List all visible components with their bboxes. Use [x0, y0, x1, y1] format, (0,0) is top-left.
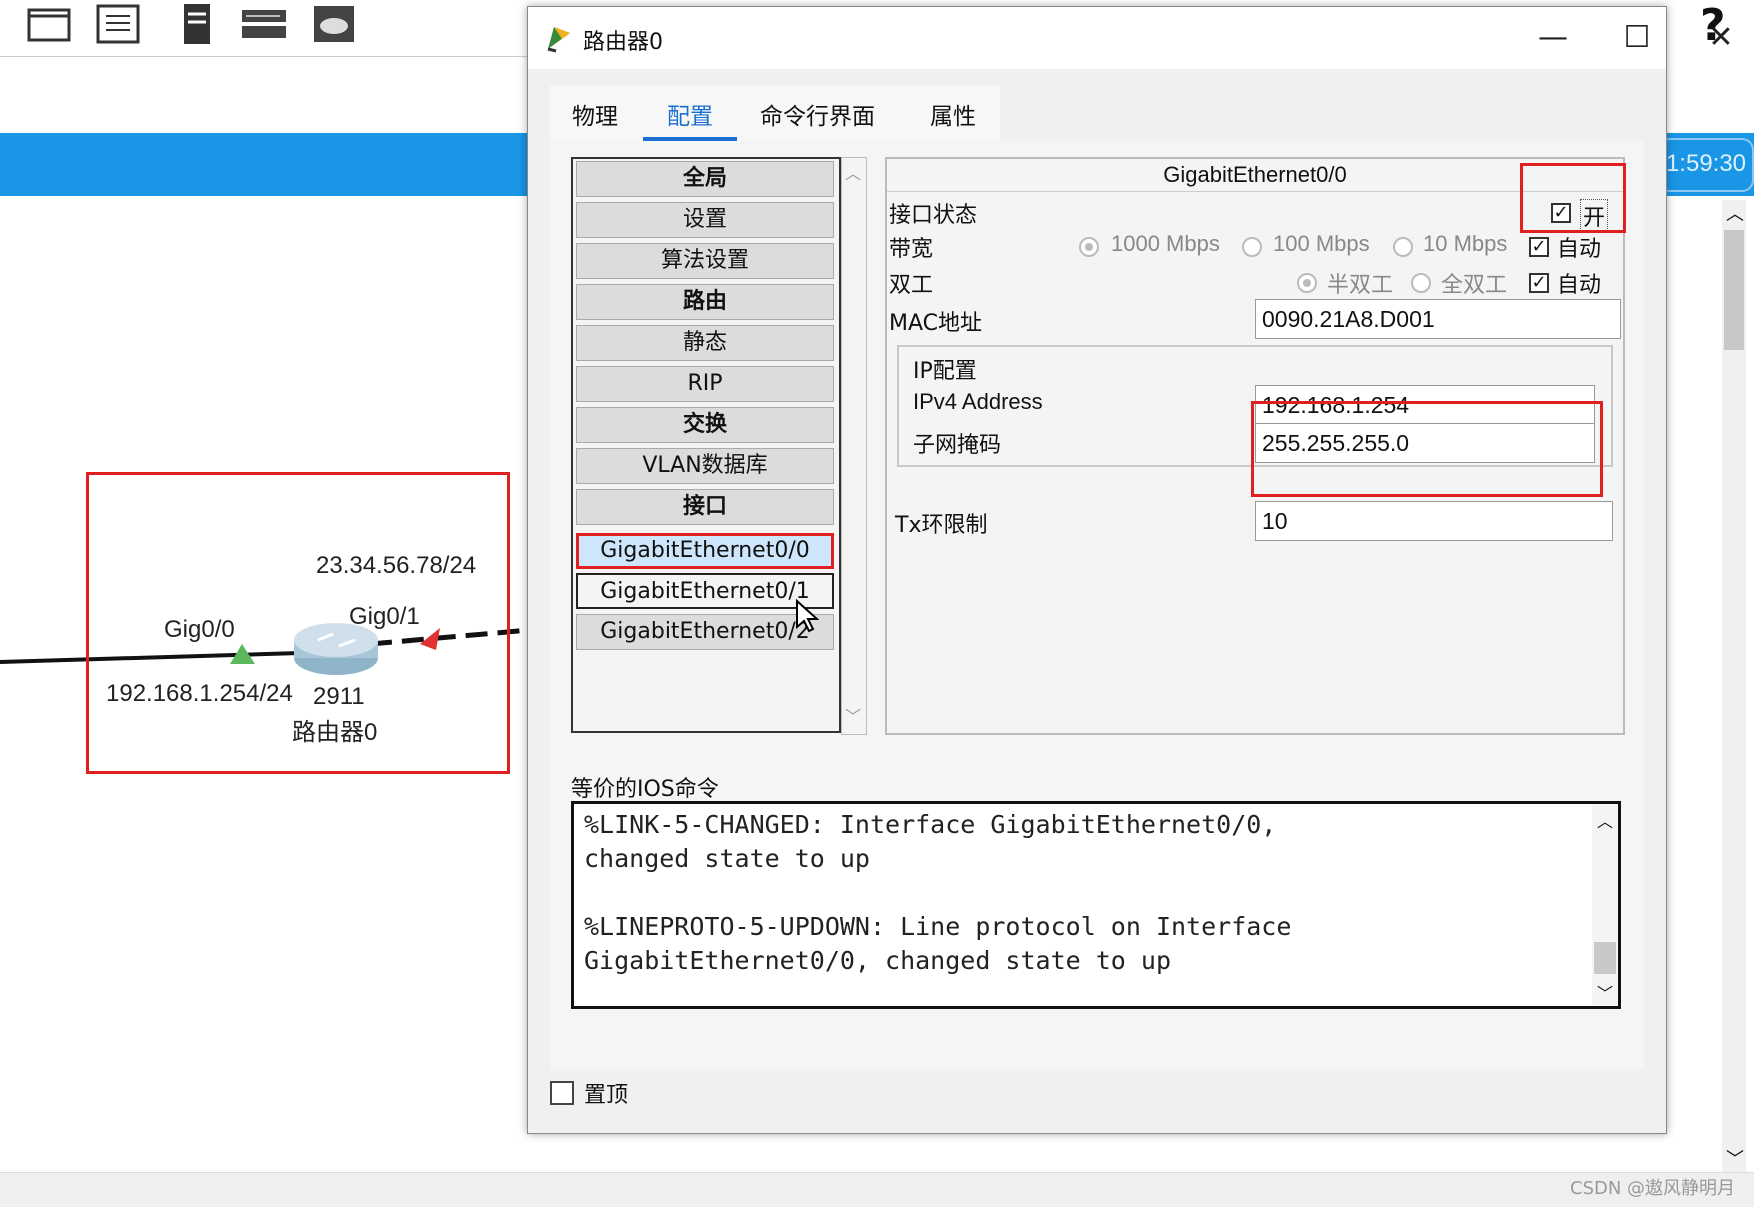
nav-static[interactable]: 静态	[576, 325, 834, 361]
ip-config-label: IP配置	[913, 359, 977, 384]
always-on-top-label: 置顶	[584, 1083, 629, 1108]
router-dialog: 路由器0 — ☐ ✕ 物理 配置 命令行界面 属性 全局 设置 算法设置 路由 …	[527, 6, 1734, 1134]
bandwidth-100-radio[interactable]	[1242, 237, 1262, 257]
nav-scrollbar[interactable]: ︿ ﹀	[841, 157, 867, 735]
router-name-label: 路由器0	[292, 719, 378, 746]
port-label-gig0-1: Gig0/1	[349, 603, 420, 630]
duplex-full-radio[interactable]	[1411, 273, 1431, 293]
lan-ip-label: 192.168.1.254/24	[106, 680, 293, 707]
mac-label: MAC地址	[889, 311, 983, 336]
subnet-mask-label: 子网掩码	[913, 433, 1002, 458]
nav-gig0-0[interactable]: GigabitEthernet0/0	[576, 533, 834, 569]
maximize-button[interactable]: ☐	[1612, 17, 1662, 59]
tab-cli[interactable]: 命令行界面	[754, 97, 881, 137]
nav-switching[interactable]: 交换	[576, 407, 834, 443]
mouse-cursor-icon	[795, 598, 820, 637]
list-window-icon[interactable]	[94, 2, 142, 46]
ios-command-output[interactable]: %LINK-5-CHANGED: Interface GigabitEthern…	[571, 801, 1621, 1009]
bandwidth-100-label: 100 Mbps	[1273, 231, 1370, 256]
nav-global[interactable]: 全局	[576, 161, 834, 197]
nav-routing[interactable]: 路由	[576, 284, 834, 320]
console-scroll-up-icon[interactable]: ︿	[1597, 808, 1613, 832]
nav-rip[interactable]: RIP	[576, 366, 834, 402]
port-status-label: 接口状态	[889, 203, 978, 228]
ip-highlight-box	[1251, 401, 1603, 497]
close-button[interactable]: ✕	[1696, 17, 1746, 59]
switch-device-icon[interactable]	[240, 2, 288, 46]
time-display: 1:59:30	[1658, 138, 1754, 192]
router-model-label: 2911	[313, 683, 365, 710]
ios-output-text: %LINK-5-CHANGED: Interface GigabitEthern…	[584, 810, 1292, 975]
scroll-thumb[interactable]	[1724, 230, 1744, 350]
nav-vlan-database[interactable]: VLAN数据库	[576, 448, 834, 484]
ios-command-label: 等价的IOS命令	[571, 777, 719, 802]
bandwidth-1000-label: 1000 Mbps	[1111, 231, 1220, 256]
config-nav-list: 全局 设置 算法设置 路由 静态 RIP 交换 VLAN数据库 接口 Gigab…	[571, 157, 841, 733]
tab-physical[interactable]: 物理	[566, 97, 624, 137]
duplex-full-label: 全双工	[1441, 273, 1508, 298]
mac-address-field[interactable]: 0090.21A8.D001	[1255, 299, 1621, 339]
bandwidth-10-radio[interactable]	[1393, 237, 1413, 257]
window-icon[interactable]	[25, 2, 73, 46]
duplex-half-radio[interactable]	[1297, 273, 1317, 293]
tx-ring-limit-field[interactable]: 10	[1255, 501, 1613, 541]
bandwidth-auto-label: 自动	[1557, 237, 1602, 262]
console-scrollbar[interactable]: ︿ ﹀	[1592, 804, 1618, 1006]
nav-settings[interactable]: 设置	[576, 202, 834, 238]
bandwidth-label: 带宽	[889, 237, 934, 262]
bandwidth-1000-radio[interactable]	[1079, 237, 1099, 257]
cloud-device-icon[interactable]	[310, 2, 358, 46]
port-status-highlight-box	[1520, 163, 1626, 233]
minimize-button[interactable]: —	[1528, 17, 1578, 59]
console-scroll-thumb[interactable]	[1594, 942, 1616, 974]
nav-scroll-up-icon[interactable]: ︿	[845, 160, 861, 184]
dialog-titlebar[interactable]: 路由器0 — ☐ ✕	[528, 7, 1734, 69]
interface-name-header: GigabitEthernet0/0	[887, 159, 1623, 192]
document-icon[interactable]	[172, 2, 220, 46]
toolbar-divider	[0, 56, 530, 57]
nav-scroll-down-icon[interactable]: ﹀	[845, 703, 861, 727]
nav-algorithm-settings[interactable]: 算法设置	[576, 243, 834, 279]
workspace-scrollbar[interactable]: ︿ ﹀	[1722, 200, 1746, 1180]
duplex-auto-checkbox[interactable]: ✓	[1529, 273, 1549, 293]
packet-tracer-icon	[544, 23, 574, 57]
scroll-down-icon[interactable]: ﹀	[1726, 1145, 1744, 1171]
tab-config[interactable]: 配置	[643, 97, 737, 143]
watermark: CSDN @遨风静明月	[1570, 1178, 1736, 1199]
nav-interface[interactable]: 接口	[576, 489, 834, 525]
status-bar	[0, 1172, 1754, 1207]
scroll-up-icon[interactable]: ︿	[1726, 200, 1744, 226]
duplex-label: 双工	[889, 273, 934, 298]
duplex-half-label: 半双工	[1327, 273, 1394, 298]
ipv4-label: IPv4 Address	[913, 389, 1043, 414]
bandwidth-10-label: 10 Mbps	[1423, 231, 1508, 256]
tx-ring-limit-label: Tx环限制	[895, 513, 988, 538]
public-ip-label: 23.34.56.78/24	[316, 552, 477, 579]
always-on-top-checkbox[interactable]	[550, 1081, 574, 1105]
tab-attributes[interactable]: 属性	[924, 97, 982, 137]
dialog-title: 路由器0	[583, 30, 663, 55]
port-label-gig0-0: Gig0/0	[164, 616, 235, 643]
bandwidth-auto-checkbox[interactable]: ✓	[1529, 237, 1549, 257]
duplex-auto-label: 自动	[1557, 273, 1602, 298]
console-scroll-down-icon[interactable]: ﹀	[1597, 980, 1613, 1004]
